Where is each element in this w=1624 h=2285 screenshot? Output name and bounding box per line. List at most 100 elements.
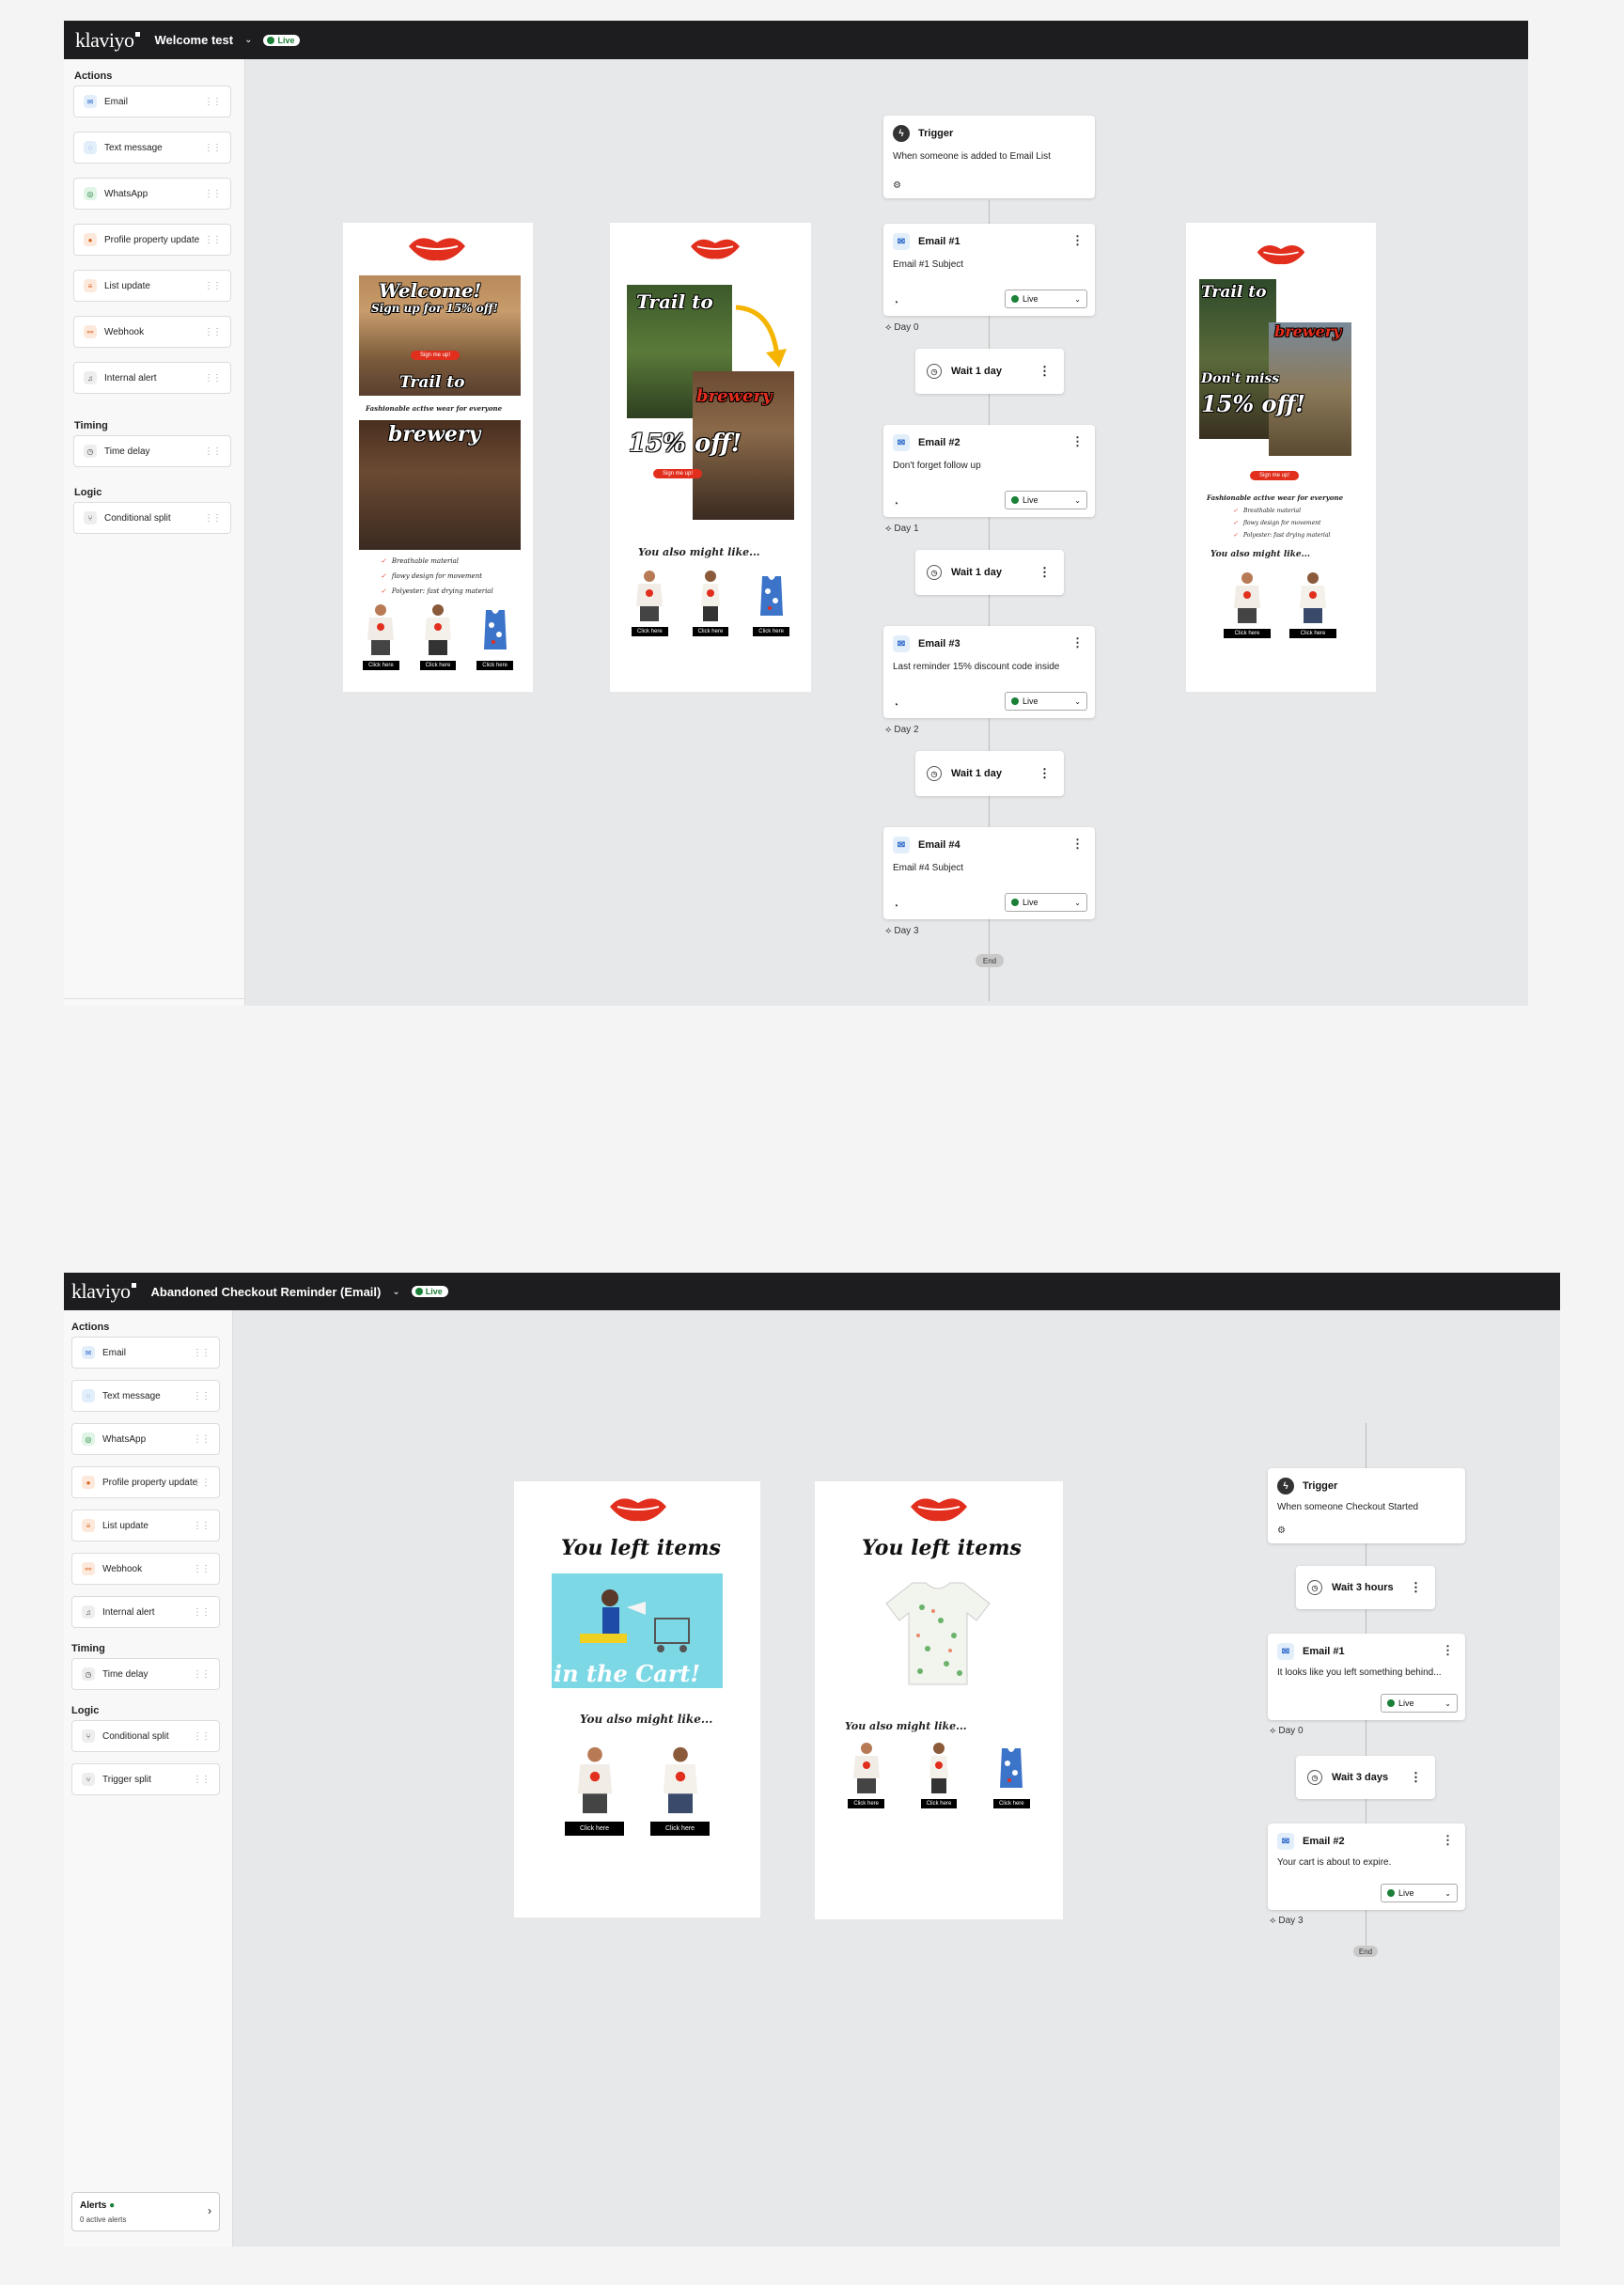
email-node[interactable]: ✉ Email #4 ⋮ Email #4 Subject ◔ Live ⌄ [883,827,1095,919]
drag-handle-icon[interactable]: ⋮⋮ [204,235,222,245]
sign-me-up-button[interactable]: Sign me up! [653,469,703,478]
sidebar-item-email[interactable]: ✉ Email ⋮⋮ [71,1337,220,1369]
drag-handle-icon[interactable]: ⋮⋮ [204,97,222,107]
email-preview-trail[interactable]: Trail to brewery 15% off! Sign me up! Yo… [610,223,811,692]
sidebar-item-list-update[interactable]: ≡ List update ⋮⋮ [71,1510,220,1542]
click-here-button[interactable]: Click here [649,1822,710,1836]
email-node[interactable]: ✉ Email #2 ⋮ Your cart is about to expire… [1268,1823,1465,1910]
flow2-canvas[interactable]: You left items in the Cart! You also mig… [234,1310,1560,2246]
email-node[interactable]: ✉ Email #1 ⋮ It looks like you left somet… [1268,1634,1465,1720]
click-here-button[interactable]: Click here [362,661,399,670]
click-here-button[interactable]: Click here [692,627,729,636]
drag-handle-icon[interactable]: ⋮⋮ [193,1521,211,1531]
stats-icon[interactable]: ◔ [893,901,898,912]
product-card[interactable]: Click here [649,1743,710,1836]
click-here-button[interactable]: Click here [848,1799,884,1808]
chevron-down-icon[interactable]: ⌄ [392,1287,399,1297]
sidebar-item-internal-alert[interactable]: ♫ Internal alert ⋮⋮ [71,1596,220,1628]
email-preview-dont-miss[interactable]: Trail to brewery Don't miss 15% off! Sig… [1186,223,1376,692]
email-preview-welcome[interactable]: Welcome! Sign up for 15% off! Sign me up… [343,223,533,692]
click-here-button[interactable]: Click here [476,661,513,670]
drag-handle-icon[interactable]: ⋮⋮ [193,1564,211,1574]
trigger-node[interactable]: ϟ Trigger When someone is added to Email … [883,116,1095,198]
click-here-button[interactable]: Click here [920,1799,958,1808]
email-node[interactable]: ✉ Email #3 ⋮ Last reminder 15% discount c… [883,626,1095,718]
more-options-icon[interactable]: ⋮ [1442,1833,1454,1848]
sidebar-item-list-update[interactable]: ≡ List update ⋮⋮ [73,270,231,302]
sidebar-item-trigger-split[interactable]: ⑂ Trigger split ⋮⋮ [71,1763,220,1795]
email-preview-cart[interactable]: You left items in the Cart! You also mig… [514,1481,760,1917]
stats-icon[interactable]: ◔ [893,700,898,711]
drag-handle-icon[interactable]: ⋮⋮ [193,1434,211,1445]
flow-title[interactable]: Welcome test [155,33,234,47]
sidebar-item-whatsapp[interactable]: ◎ WhatsApp ⋮⋮ [73,178,231,210]
wait-node[interactable]: ◷ Wait 1 day ⋮ [915,550,1064,595]
drag-handle-icon[interactable]: ⋮⋮ [204,327,222,337]
sidebar-item-profile-property-update[interactable]: ● Profile property update ⋮⋮ [73,224,231,256]
sidebar-item-webhook[interactable]: ⚯ Webhook ⋮⋮ [73,316,231,348]
sidebar-item-conditional-split[interactable]: ⑂ Conditional split ⋮⋮ [73,502,231,534]
more-options-icon[interactable]: ⋮ [1410,1580,1422,1595]
wait-node[interactable]: ◷ Wait 3 days ⋮ [1296,1756,1435,1799]
drag-handle-icon[interactable]: ⋮⋮ [204,513,222,524]
click-here-button[interactable]: Click here [1223,629,1272,638]
product-card[interactable]: Click here [992,1741,1030,1808]
more-options-icon[interactable]: ⋮ [1071,434,1084,449]
sign-me-up-button[interactable]: Sign me up! [1250,471,1300,480]
flow1-canvas[interactable]: Welcome! Sign up for 15% off! Sign me up… [246,59,1528,1006]
trigger-node[interactable]: ϟ Trigger When someone Checkout Started ⚙ [1268,1468,1465,1543]
product-card[interactable]: Click here [920,1741,958,1808]
sign-me-up-button[interactable]: Sign me up! [411,351,461,360]
product-card[interactable]: Click here [362,603,399,670]
status-select[interactable]: Live ⌄ [1005,290,1087,308]
drag-handle-icon[interactable]: ⋮⋮ [204,373,222,383]
drag-handle-icon[interactable]: ⋮⋮ [204,446,222,457]
klaviyo-logo[interactable]: klaviyo [71,1279,135,1304]
product-card[interactable]: Click here [753,569,790,636]
click-here-button[interactable]: Click here [992,1799,1030,1808]
click-here-button[interactable]: Click here [419,661,457,670]
sidebar-item-time-delay[interactable]: ◷ Time delay ⋮⋮ [71,1658,220,1690]
product-card[interactable]: Click here [848,1741,885,1808]
status-select[interactable]: Live ⌄ [1381,1884,1458,1902]
sidebar-item-internal-alert[interactable]: ♫ Internal alert ⋮⋮ [73,362,231,394]
stats-icon[interactable]: ◔ [893,298,898,308]
drag-handle-icon[interactable]: ⋮⋮ [193,1391,211,1401]
email-preview-product[interactable]: You left items You also might like... Cl… [815,1481,1063,1919]
product-card[interactable]: Click here [1288,571,1337,638]
alerts-panel[interactable]: Alerts ● 0 active alerts › [71,2192,220,2231]
sidebar-item-text-message[interactable]: ◌ Text message ⋮⋮ [73,132,231,164]
sidebar-item-whatsapp[interactable]: ◎ WhatsApp ⋮⋮ [71,1423,220,1455]
settings-icon[interactable]: ⚙ [893,180,901,191]
product-card[interactable]: Click here [692,569,729,636]
wait-node[interactable]: ◷ Wait 1 day ⋮ [915,349,1064,394]
status-select[interactable]: Live ⌄ [1381,1694,1458,1713]
email-node[interactable]: ✉ Email #2 ⋮ Don't forget follow up ◔ Liv… [883,425,1095,517]
drag-handle-icon[interactable]: ⋮⋮ [193,1731,211,1742]
more-options-icon[interactable]: ⋮ [1071,837,1084,852]
product-card[interactable]: Click here [476,603,514,670]
product-card[interactable]: Click here [1223,571,1272,638]
status-select[interactable]: Live ⌄ [1005,491,1087,509]
product-card[interactable]: Click here [631,569,668,636]
drag-handle-icon[interactable]: ⋮⋮ [204,189,222,199]
more-options-icon[interactable]: ⋮ [1071,635,1084,650]
drag-handle-icon[interactable]: ⋮⋮ [193,1775,211,1785]
click-here-button[interactable]: Click here [631,627,668,636]
more-options-icon[interactable]: ⋮ [1038,364,1051,379]
drag-handle-icon[interactable]: ⋮⋮ [193,1669,211,1680]
more-options-icon[interactable]: ⋮ [1038,565,1051,580]
drag-handle-icon[interactable]: ⋮⋮ [193,1607,211,1618]
click-here-button[interactable]: Click here [753,627,789,636]
drag-handle-icon[interactable]: ⋮⋮ [193,1478,211,1488]
stats-icon[interactable]: ◔ [893,499,898,509]
drag-handle-icon[interactable]: ⋮⋮ [204,143,222,153]
more-options-icon[interactable]: ⋮ [1071,233,1084,248]
email-node[interactable]: ✉ Email #1 ⋮ Email #1 Subject ◔ Live ⌄ [883,224,1095,316]
sidebar-item-text-message[interactable]: ◌ Text message ⋮⋮ [71,1380,220,1412]
sidebar-item-profile-property-update[interactable]: ● Profile property update ⋮⋮ [71,1466,220,1498]
more-options-icon[interactable]: ⋮ [1442,1643,1454,1658]
click-here-button[interactable]: Click here [564,1822,625,1836]
more-options-icon[interactable]: ⋮ [1410,1770,1422,1785]
settings-icon[interactable]: ⚙ [1277,1526,1286,1536]
